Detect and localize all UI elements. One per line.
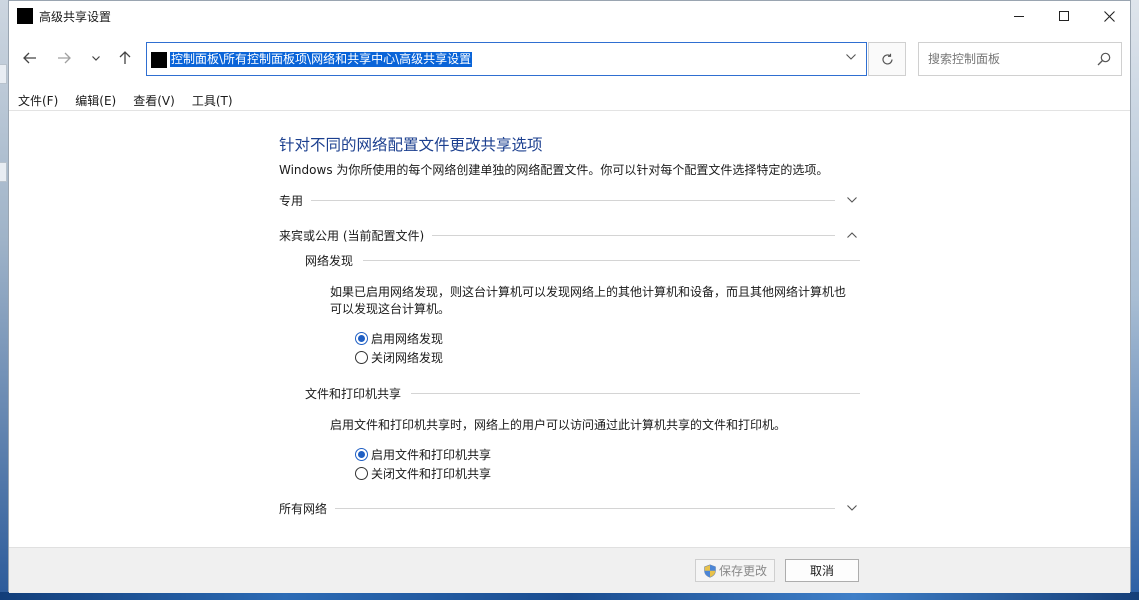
close-icon (1103, 10, 1115, 22)
arrow-right-icon (58, 52, 71, 64)
refresh-icon (881, 53, 893, 65)
menu-view[interactable]: 查看(V) (124, 89, 183, 109)
subsection-divider (363, 259, 860, 261)
radio-enable-file-sharing[interactable]: 启用文件和打印机共享 (355, 445, 491, 463)
chevron-down-icon (847, 505, 857, 511)
radio-enable-network-discovery[interactable]: 启用网络发现 (355, 329, 443, 347)
chevron-down-icon (847, 197, 857, 203)
menu-file[interactable]: 文件(F) (9, 89, 66, 109)
footer-bar: 保存更改 取消 (9, 547, 1130, 593)
main-content: 针对不同的网络配置文件更改共享选项 Windows 为你所使用的每个网络创建单独… (9, 111, 1130, 547)
expand-button[interactable] (845, 501, 859, 515)
file-printer-sharing-heading: 文件和打印机共享 (305, 384, 860, 402)
description-line: 如果已启用网络发现，则这台计算机可以发现网络上的其他计算机和设备，而且其他网络计… (330, 285, 847, 299)
section-divider (335, 507, 835, 509)
section-label: 来宾或公用 (当前配置文件) (279, 228, 425, 243)
section-divider (432, 234, 835, 236)
desktop-wallpaper (0, 592, 1139, 600)
page-title: 针对不同的网络配置文件更改共享选项 (279, 136, 543, 154)
uac-shield-icon (704, 563, 716, 578)
search-input[interactable] (919, 43, 1089, 75)
control-panel-icon (151, 52, 167, 68)
refresh-button[interactable] (868, 42, 906, 76)
page-description: Windows 为你所使用的每个网络创建单独的网络配置文件。你可以针对每个配置文… (279, 163, 829, 177)
arrow-left-icon (23, 52, 36, 64)
address-bar[interactable]: 控制面板\所有控制面板项\网络和共享中心\高级共享设置 (146, 42, 867, 76)
network-discovery-heading: 网络发现 (305, 251, 860, 269)
menu-edit[interactable]: 编辑(E) (66, 89, 124, 109)
subsection-divider (411, 392, 860, 394)
app-icon (17, 8, 33, 24)
chevron-down-icon (846, 54, 856, 60)
maximize-icon (1059, 11, 1069, 21)
section-private[interactable]: 专用 (279, 191, 859, 209)
radio-label[interactable]: 关闭文件和打印机共享 (371, 465, 491, 482)
description-line: 可以发现这台计算机。 (330, 302, 451, 316)
arrow-up-icon (119, 51, 131, 64)
section-guest-public[interactable]: 来宾或公用 (当前配置文件) (279, 226, 859, 244)
section-divider (311, 199, 835, 201)
address-dropdown-button[interactable] (846, 52, 856, 63)
radio-label[interactable]: 关闭网络发现 (371, 349, 443, 366)
radio-disable-network-discovery[interactable]: 关闭网络发现 (355, 348, 443, 366)
menu-bar: 文件(F) 编辑(E) 查看(V) 工具(T) (9, 89, 241, 109)
section-label: 所有网络 (279, 501, 328, 516)
radio-button[interactable] (355, 350, 368, 364)
save-changes-button[interactable]: 保存更改 (695, 559, 775, 582)
desktop-window-edge (0, 162, 7, 182)
radio-button-checked[interactable] (355, 447, 368, 461)
collapse-button[interactable] (845, 228, 859, 242)
button-label: 保存更改 (718, 564, 767, 578)
network-discovery-description: 如果已启用网络发现，则这台计算机可以发现网络上的其他计算机和设备，而且其他网络计… (330, 284, 860, 318)
menu-tools[interactable]: 工具(T) (183, 89, 241, 109)
desktop-right-edge (1131, 0, 1139, 600)
minimize-button[interactable] (996, 1, 1042, 31)
cancel-button[interactable]: 取消 (785, 559, 859, 582)
radio-button[interactable] (355, 466, 368, 480)
search-icon[interactable] (1097, 52, 1111, 66)
minimize-icon (1014, 15, 1024, 17)
up-button[interactable] (114, 47, 136, 69)
close-button[interactable] (1086, 1, 1132, 31)
advanced-sharing-window: 高级共享设置 控制面板\所有控制面板项\网络和共享中心\高级共享设置 搜索控制面… (8, 0, 1131, 593)
chevron-up-icon (847, 232, 857, 238)
chevron-down-icon (92, 55, 100, 61)
back-button[interactable] (19, 47, 41, 69)
radio-label[interactable]: 启用文件和打印机共享 (371, 446, 491, 463)
desktop-left-edge (0, 0, 8, 600)
subsection-label: 网络发现 (305, 253, 354, 268)
file-printer-sharing-description: 启用文件和打印机共享时，网络上的用户可以访问通过此计算机共享的文件和打印机。 (330, 418, 787, 432)
desktop-window-edge (0, 64, 7, 84)
section-all-networks[interactable]: 所有网络 (279, 499, 859, 517)
maximize-button[interactable] (1041, 1, 1087, 31)
radio-label[interactable]: 启用网络发现 (371, 330, 443, 347)
forward-button[interactable] (53, 47, 75, 69)
radio-button-checked[interactable] (355, 331, 368, 345)
radio-disable-file-sharing[interactable]: 关闭文件和打印机共享 (355, 464, 491, 482)
address-path[interactable]: 控制面板\所有控制面板项\网络和共享中心\高级共享设置 (170, 52, 473, 67)
subsection-label: 文件和打印机共享 (305, 386, 402, 401)
search-box[interactable] (918, 42, 1122, 76)
window-title: 高级共享设置 (39, 10, 112, 24)
section-label: 专用 (279, 193, 304, 208)
title-bar[interactable]: 高级共享设置 (9, 1, 1130, 31)
expand-button[interactable] (845, 193, 859, 207)
recent-locations-button[interactable] (85, 47, 107, 69)
